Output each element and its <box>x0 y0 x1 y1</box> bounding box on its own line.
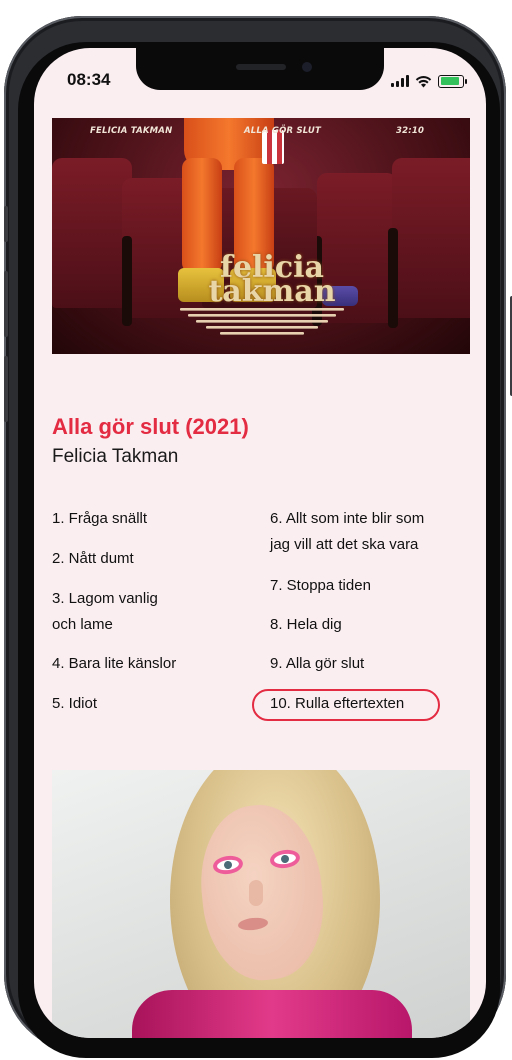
track-10[interactable]: 10. Rulla eftertexten <box>270 691 404 717</box>
album-cover[interactable]: FELICIA TAKMAN ALLA GÖR SLUT 32:10 felic… <box>52 118 470 354</box>
mute-switch <box>4 206 8 242</box>
track-3-line1: 3. Lagom vanlig <box>52 590 158 607</box>
cover-artist-text: FELICIA TAKMAN <box>90 126 173 136</box>
track-6[interactable]: 6. Allt som inte blir som jag vill att d… <box>270 506 424 558</box>
notch <box>136 48 384 90</box>
track-1[interactable]: 1. Fråga snällt <box>52 506 147 532</box>
volume-down-button <box>4 356 8 422</box>
cover-duration-text: 32:10 <box>396 126 425 136</box>
album-title: Alla gör slut (2021) <box>52 414 249 439</box>
track-9[interactable]: 9. Alla gör slut <box>270 651 364 677</box>
track-8[interactable]: 8. Hela dig <box>270 612 342 638</box>
cover-title-text: ALLA GÖR SLUT <box>244 126 322 136</box>
status-time: 08:34 <box>67 70 111 89</box>
front-camera <box>302 62 312 72</box>
track-3[interactable]: 3. Lagom vanlig och lame <box>52 586 158 638</box>
track-6-line2: jag vill att det ska vara <box>270 536 419 553</box>
track-7[interactable]: 7. Stoppa tiden <box>270 573 371 599</box>
track-5[interactable]: 5. Idiot <box>52 691 97 717</box>
wifi-icon <box>415 75 432 87</box>
earpiece <box>236 64 286 70</box>
artist-photo <box>52 770 470 1038</box>
track-3-line2: och lame <box>52 616 113 633</box>
battery-charging-icon <box>438 74 467 88</box>
track-4[interactable]: 4. Bara lite känslor <box>52 651 176 677</box>
cover-logo-line2: takman <box>208 274 336 309</box>
cover-credits-block <box>180 308 344 335</box>
signal-icon <box>391 75 409 87</box>
volume-up-button <box>4 271 8 337</box>
status-icons <box>391 72 467 90</box>
track-6-line1: 6. Allt som inte blir som <box>270 510 425 527</box>
phone-frame: 08:34 FELICIA TAKMAN ALLA GÖR SLUT 32:10… <box>4 16 512 1058</box>
track-2[interactable]: 2. Nått dumt <box>52 546 134 572</box>
screen: 08:34 FELICIA TAKMAN ALLA GÖR SLUT 32:10… <box>34 48 486 1038</box>
album-artist: Felicia Takman <box>52 446 179 467</box>
